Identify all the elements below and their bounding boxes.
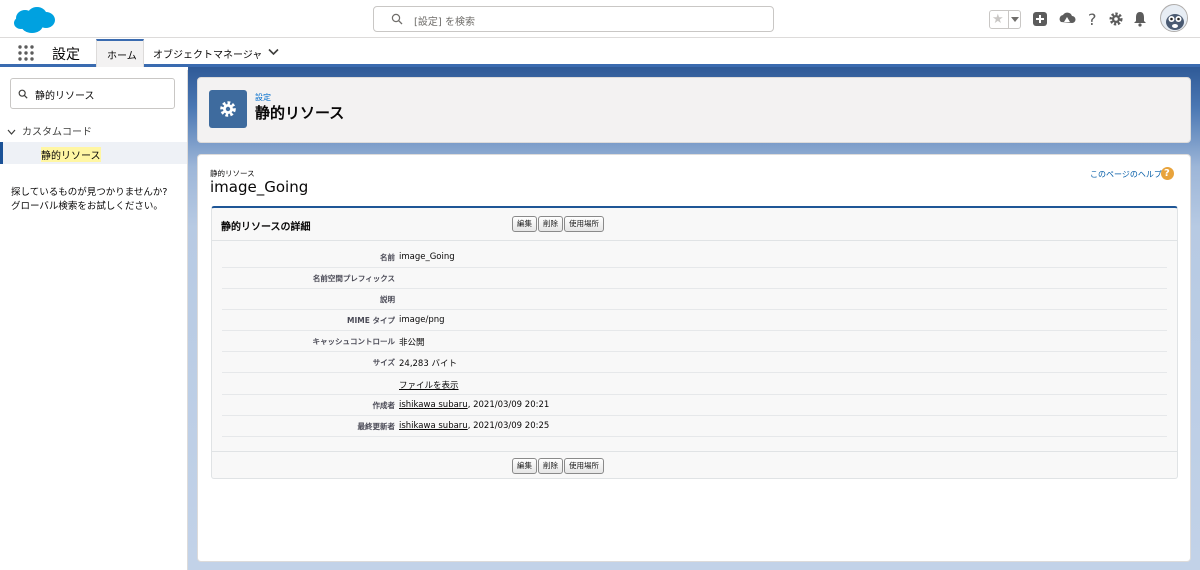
created-date: , 2021/03/09 20:21 (467, 400, 550, 410)
not-found-line-2: グローバル検索をお試しください。 (11, 201, 163, 212)
tree-group-custom-code[interactable]: カスタムコード (7, 123, 92, 138)
not-found-line-1: 探しているものが見つかりませんか? (11, 187, 168, 198)
tab-object-manager[interactable]: オブジェクトマネージャ (153, 46, 262, 61)
detail-header: 静的リソースの詳細 編集 削除 使用場所 (212, 208, 1177, 241)
gear-icon[interactable] (1107, 10, 1125, 28)
salesforce-cloud-logo[interactable] (12, 5, 56, 35)
modified-by-user-link[interactable]: ishikawa subaru (399, 421, 468, 431)
content-card: 静的リソース image_Going このページのヘルプ ? 静的リソースの詳細… (197, 154, 1191, 562)
field-label: 名前空間プレフィックス (312, 274, 395, 283)
app-launcher-icon[interactable] (17, 44, 35, 62)
field-label: 名前 (380, 253, 395, 262)
field-label: 作成者 (372, 401, 396, 410)
app-navigation: 設定 ホーム オブジェクトマネージャ (0, 39, 1200, 67)
detail-footer: 編集 削除 使用場所 (212, 451, 1177, 479)
quick-find-value: 静的リソース (35, 91, 95, 102)
favorites-button[interactable]: ★ (989, 10, 1021, 29)
field-label: キャッシュコントロール (312, 337, 396, 346)
add-icon[interactable] (1031, 10, 1049, 28)
page-header: 設定 静的リソース (197, 77, 1191, 143)
bell-icon[interactable] (1131, 10, 1149, 28)
field-value: image_Going (399, 252, 455, 262)
search-icon (391, 13, 403, 25)
help-icon[interactable]: ? (1161, 167, 1174, 180)
page-title: 静的リソース (255, 104, 345, 122)
delete-button[interactable]: 削除 (538, 458, 563, 474)
field-label: 最終更新者 (357, 422, 396, 431)
field-row-namespace: 名前空間プレフィックス (222, 268, 1167, 289)
quick-find-input[interactable]: 静的リソース (10, 78, 175, 109)
favorites-list-button[interactable] (1008, 11, 1020, 28)
field-row-cache-control: キャッシュコントロール 非公開 (222, 331, 1167, 352)
delete-button[interactable]: 削除 (538, 216, 563, 232)
help-icon-glyph: ? (1164, 168, 1170, 179)
field-row-view-file: ファイルを表示 (222, 374, 1167, 395)
help-icon[interactable]: ? (1084, 10, 1102, 28)
not-found-hint: 探しているものが見つかりませんか? グローバル検索をお試しください。 (11, 186, 181, 214)
tree-item-static-resources[interactable]: 静的リソース (0, 142, 187, 164)
search-placeholder: [設定] を検索 (414, 17, 475, 28)
star-icon[interactable]: ★ (992, 11, 1004, 28)
setup-sidebar: 静的リソース カスタムコード 静的リソース 探しているものが見つかりませんか? … (0, 70, 188, 570)
trailhead-icon[interactable] (1058, 10, 1076, 28)
edit-button[interactable]: 編集 (512, 458, 537, 474)
field-label: 説明 (380, 295, 395, 304)
field-value: 24,283 バイト (399, 359, 457, 369)
avatar[interactable] (1160, 4, 1188, 32)
record-name: image_Going (210, 178, 309, 196)
field-value: ファイルを表示 (399, 379, 459, 391)
tab-home-label: ホーム (107, 51, 137, 62)
global-search-input[interactable]: [設定] を検索 (373, 6, 774, 32)
field-value: ishikawa subaru, 2021/03/09 20:21 (399, 400, 549, 410)
where-used-button[interactable]: 使用場所 (564, 458, 604, 474)
chevron-down-icon[interactable] (268, 48, 279, 56)
svg-text:?: ? (1088, 10, 1097, 28)
field-row-modified-by: 最終更新者 ishikawa subaru, 2021/03/09 20:25 (222, 416, 1167, 437)
field-label: サイズ (372, 358, 395, 367)
detail-title: 静的リソースの詳細 (221, 222, 311, 233)
search-icon (18, 89, 28, 99)
edit-button[interactable]: 編集 (512, 216, 537, 232)
modified-date: , 2021/03/09 20:25 (467, 421, 550, 431)
tab-home[interactable]: ホーム (96, 39, 144, 67)
chevron-down-icon (7, 129, 16, 135)
tree-group-label: カスタムコード (22, 127, 92, 138)
gear-icon (220, 101, 236, 117)
field-value: image/png (399, 315, 445, 325)
view-file-link[interactable]: ファイルを表示 (399, 381, 459, 391)
field-value: ishikawa subaru, 2021/03/09 20:25 (399, 421, 549, 431)
global-header: [設定] を検索 ★ ? (0, 0, 1200, 38)
created-by-user-link[interactable]: ishikawa subaru (399, 400, 468, 410)
chevron-down-icon (1011, 17, 1019, 22)
field-label: MIME タイプ (347, 316, 395, 325)
tree-item-label: 静的リソース (41, 147, 101, 162)
app-name: 設定 (52, 47, 80, 63)
field-row-created-by: 作成者 ishikawa subaru, 2021/03/09 20:21 (222, 395, 1167, 416)
avatar-icon (1161, 5, 1187, 31)
field-value: 非公開 (399, 338, 425, 348)
field-row-size: サイズ 24,283 バイト (222, 352, 1167, 373)
help-link[interactable]: このページのヘルプ (1090, 169, 1162, 180)
field-row-name: 名前 image_Going (222, 247, 1167, 268)
setup-gear-icon (209, 90, 247, 128)
detail-section: 静的リソースの詳細 編集 削除 使用場所 名前 image_Going 名前空間… (211, 206, 1178, 479)
field-row-description: 説明 (222, 289, 1167, 310)
where-used-button[interactable]: 使用場所 (564, 216, 604, 232)
field-row-mime: MIME タイプ image/png (222, 310, 1167, 331)
